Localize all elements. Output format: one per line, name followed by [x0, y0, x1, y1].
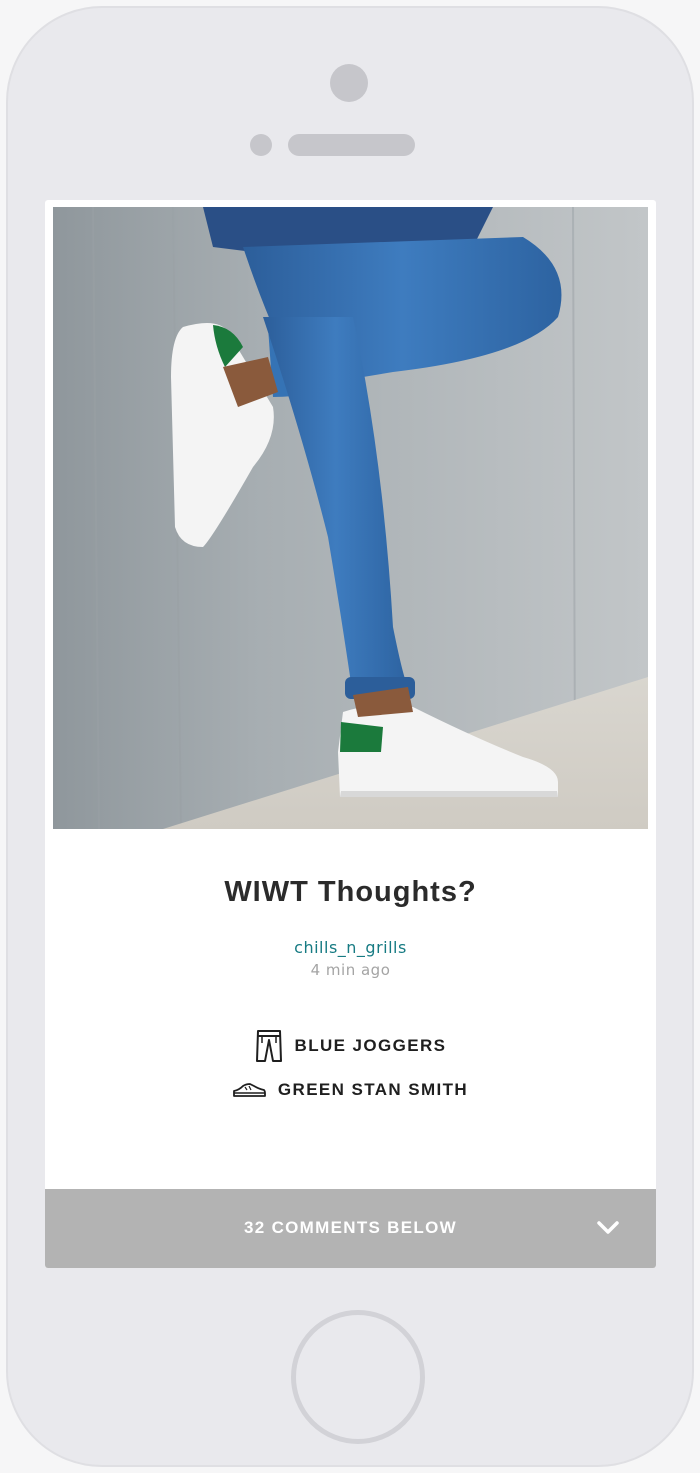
sneaker-icon [232, 1083, 266, 1097]
sneaker-photo-image [53, 207, 648, 829]
home-button[interactable] [291, 1310, 425, 1444]
earpiece-speaker [288, 134, 415, 156]
outfit-item-sneakers[interactable]: GREEN STAN SMITH [45, 1080, 656, 1100]
front-camera [330, 64, 368, 102]
post-timestamp: 4 min ago [310, 961, 391, 979]
joggers-icon [255, 1030, 282, 1062]
proximity-sensor [250, 134, 272, 156]
outfit-item-joggers[interactable]: BLUE JOGGERS [45, 1030, 656, 1062]
chevron-down-icon [597, 1221, 619, 1234]
post-title: WIWT Thoughts? [224, 876, 477, 908]
post-photo[interactable] [53, 207, 648, 829]
outfit-item-label: BLUE JOGGERS [294, 1036, 447, 1055]
comments-count-label: 32 COMMENTS BELOW [244, 1218, 457, 1237]
comments-toggle-button[interactable]: 32 COMMENTS BELOW [45, 1189, 656, 1268]
author-link[interactable]: chills_n_grills [45, 938, 656, 957]
outfit-item-label: GREEN STAN SMITH [277, 1080, 469, 1099]
post-card: WIWT Thoughts? chills_n_grills 4 min ago… [45, 200, 656, 1268]
